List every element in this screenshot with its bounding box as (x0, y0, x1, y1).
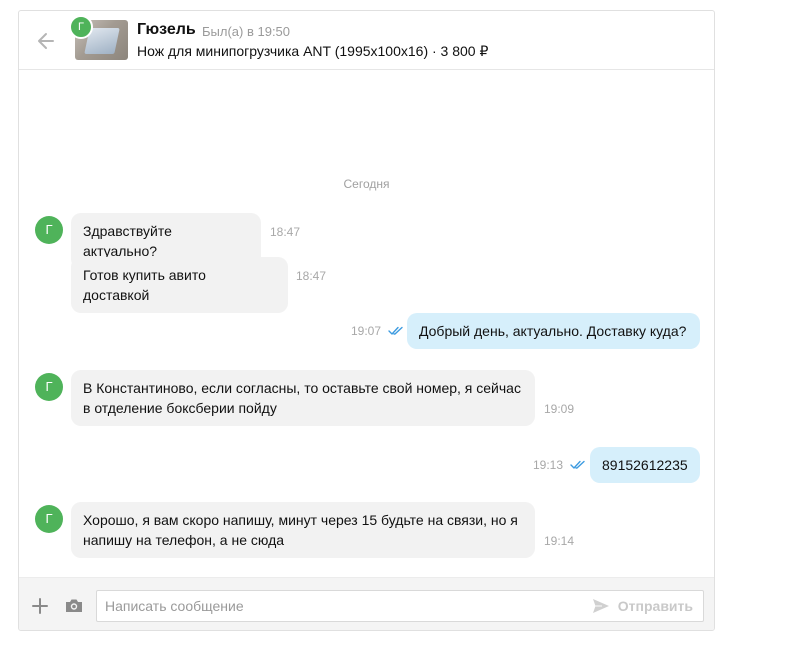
message-text: Готов купить авито доставкой (83, 267, 206, 303)
double-check-icon (570, 460, 585, 469)
date-separator: Сегодня (343, 177, 390, 191)
message-time: 19:09 (544, 402, 575, 416)
back-button[interactable] (35, 30, 57, 52)
message-time: 19:14 (544, 534, 575, 548)
message-text: Добрый день, актуально. Доставку куда? (419, 323, 687, 339)
message-input-wrapper: Отправить (96, 590, 704, 622)
message-text: В Константиново, если согласны, то остав… (83, 380, 521, 416)
camera-icon (66, 599, 82, 612)
send-button[interactable]: Отправить (592, 591, 693, 621)
message-time: 18:47 (296, 269, 327, 283)
message-text: Хорошо, я вам скоро напишу, минут через … (83, 512, 518, 548)
message-input[interactable] (105, 591, 575, 621)
arrow-left-icon (38, 33, 54, 49)
contact-avatar: Г (69, 15, 93, 39)
send-label: Отправить (617, 598, 693, 614)
photo-button[interactable] (64, 597, 84, 615)
message-time: 18:47 (270, 225, 301, 239)
chat-window: Г Гюзель Был(а) в 19:50 Нож для минипогр… (18, 10, 715, 631)
message-text: 89152612235 (602, 457, 688, 473)
message-bubble-incoming: В Константиново, если согласны, то остав… (71, 370, 535, 426)
message-bubble-incoming: Готов купить авито доставкой (71, 257, 288, 313)
message-composer: Отправить (19, 577, 714, 630)
paper-plane-icon (592, 599, 609, 613)
attach-button[interactable] (31, 597, 49, 615)
sender-avatar: Г (35, 505, 63, 533)
message-bubble-outgoing: 89152612235 (590, 447, 700, 483)
chat-header: Г Гюзель Был(а) в 19:50 Нож для минипогр… (19, 11, 714, 70)
sender-avatar: Г (35, 373, 63, 401)
message-bubble-outgoing: Добрый день, актуально. Доставку куда? (407, 313, 700, 349)
message-bubble-incoming: Хорошо, я вам скоро напишу, минут через … (71, 502, 535, 558)
contact-name[interactable]: Гюзель (137, 21, 196, 39)
message-time: 19:13 (533, 458, 564, 472)
plus-icon (32, 598, 48, 614)
message-time: 19:07 (351, 324, 382, 338)
message-text: Здравствуйте актуально? (83, 223, 172, 259)
item-title[interactable]: Нож для минипогрузчика ANT (1995х100х16)… (137, 43, 488, 60)
message-list: Сегодня Г Здравствуйте актуально? 18:47 … (19, 70, 714, 577)
double-check-icon (388, 326, 403, 335)
last-seen-status: Был(а) в 19:50 (202, 24, 291, 39)
sender-avatar: Г (35, 216, 63, 244)
